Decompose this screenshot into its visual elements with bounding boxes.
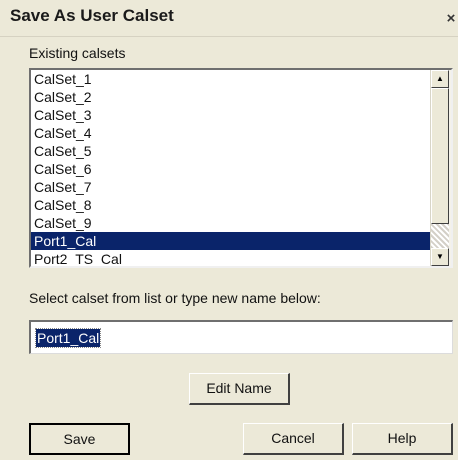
calset-list-item[interactable]: Port1_Cal (31, 232, 431, 250)
title-bar: Save As User Calset × (0, 0, 458, 37)
save-as-user-calset-dialog: Save As User Calset × Existing calsets C… (0, 0, 458, 460)
help-button[interactable]: Help (352, 423, 453, 455)
calset-list-item[interactable]: CalSet_9 (31, 214, 431, 232)
calset-list-item[interactable]: CalSet_1 (31, 70, 431, 88)
close-icon[interactable]: × (444, 10, 458, 28)
scrollbar-thumb[interactable] (431, 88, 449, 224)
calset-list-item[interactable]: CalSet_8 (31, 196, 431, 214)
scroll-up-icon[interactable]: ▲ (431, 70, 449, 88)
calset-list-item[interactable]: CalSet_6 (31, 160, 431, 178)
calset-list-item[interactable]: CalSet_3 (31, 106, 431, 124)
dialog-title: Save As User Calset (10, 6, 174, 25)
existing-calsets-label: Existing calsets (29, 45, 126, 61)
calset-list-item[interactable]: CalSet_2 (31, 88, 431, 106)
calset-list-item[interactable]: CalSet_4 (31, 124, 431, 142)
calset-listbox[interactable]: CalSet_1 CalSet_2 CalSet_3 CalSet_4 CalSet_5… (29, 68, 453, 268)
save-button[interactable]: Save (29, 423, 130, 455)
calset-name-value: Port1_Cal (34, 328, 102, 348)
instruction-label: Select calset from list or type new name… (29, 290, 321, 306)
scroll-down-icon[interactable]: ▼ (431, 248, 449, 266)
cancel-button[interactable]: Cancel (243, 423, 344, 455)
listbox-scrollbar[interactable]: ▲ ▼ (430, 70, 451, 266)
calset-name-input[interactable]: Port1_Cal (29, 320, 453, 354)
scrollbar-track[interactable] (431, 224, 449, 248)
calset-list: CalSet_1 CalSet_2 CalSet_3 CalSet_4 CalSet_5… (31, 70, 431, 266)
calset-list-item[interactable]: CalSet_7 (31, 178, 431, 196)
calset-list-item[interactable]: Port2_TS_Cal (31, 250, 431, 266)
edit-name-button[interactable]: Edit Name (189, 373, 290, 405)
calset-list-item[interactable]: CalSet_5 (31, 142, 431, 160)
